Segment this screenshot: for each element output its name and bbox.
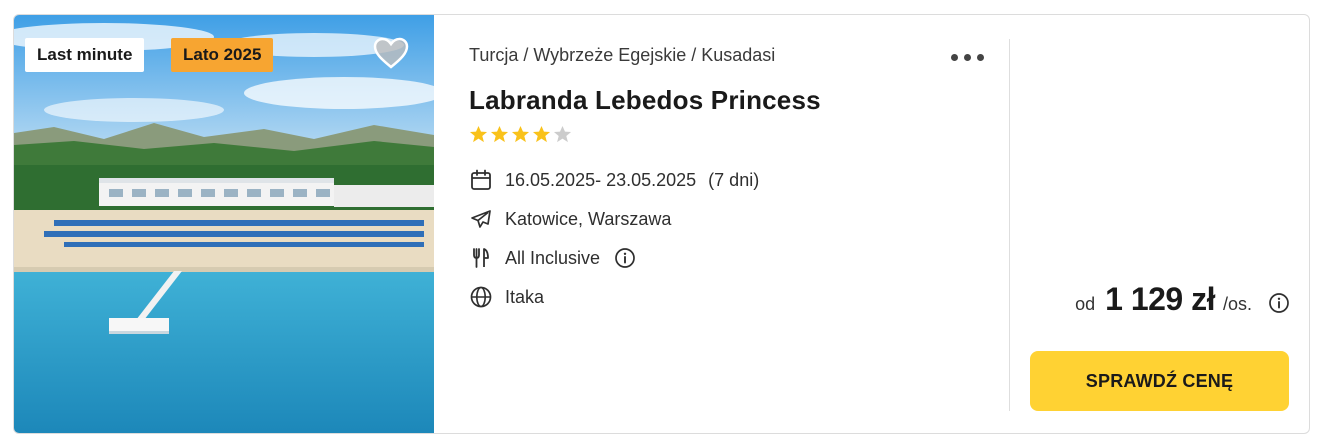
price-block: od 1 129 zł /os. bbox=[1075, 281, 1290, 318]
star-icon bbox=[490, 125, 509, 143]
more-dots-icon[interactable] bbox=[951, 45, 985, 67]
info-icon[interactable] bbox=[614, 247, 636, 269]
hotel-photo[interactable]: Last minute Lato 2025 bbox=[14, 15, 434, 433]
location-breadcrumb[interactable]: Turcja / Wybrzeże Egejskie / Kusadasi bbox=[469, 45, 775, 66]
board-type: All Inclusive bbox=[505, 247, 601, 268]
star-empty-icon bbox=[553, 125, 572, 143]
calendar-icon bbox=[471, 169, 491, 190]
offer-card[interactable]: Last minute Lato 2025 Turcja / Wybrzeże … bbox=[13, 14, 1310, 434]
star-icon bbox=[511, 125, 530, 143]
plane-icon bbox=[471, 210, 491, 228]
price-info-icon[interactable] bbox=[1268, 292, 1290, 314]
board-row: All Inclusive bbox=[469, 246, 636, 270]
cutlery-icon bbox=[473, 248, 489, 268]
trip-duration: (7 dni) bbox=[708, 169, 760, 190]
price-per-person: /os. bbox=[1222, 294, 1252, 314]
last-minute-badge: Last minute bbox=[25, 38, 145, 72]
travel-dates: 16.05.2025- 23.05.2025 bbox=[505, 169, 697, 190]
check-price-button[interactable]: SPRAWDŹ CENĘ bbox=[1030, 351, 1289, 411]
star-icon bbox=[469, 125, 488, 143]
departure-row: Katowice, Warszawa bbox=[469, 207, 671, 231]
season-badge: Lato 2025 bbox=[171, 38, 274, 72]
operator-row: Itaka bbox=[469, 285, 544, 309]
hotel-photo-image bbox=[14, 15, 434, 433]
price-amount: 1 129 zł bbox=[1105, 281, 1215, 317]
divider bbox=[1009, 39, 1010, 411]
hotel-rating bbox=[469, 125, 572, 144]
offer-details: Turcja / Wybrzeże Egejskie / Kusadasi La… bbox=[469, 15, 1009, 433]
star-icon bbox=[532, 125, 551, 143]
hotel-name[interactable]: Labranda Lebedos Princess bbox=[469, 85, 821, 116]
price-prefix: od bbox=[1075, 294, 1096, 314]
dates-row: 16.05.2025- 23.05.2025 (7 dni) bbox=[469, 168, 759, 192]
departure-airports: Katowice, Warszawa bbox=[505, 208, 672, 229]
heart-icon[interactable] bbox=[373, 37, 409, 69]
globe-icon bbox=[470, 286, 492, 308]
tour-operator: Itaka bbox=[505, 286, 545, 307]
